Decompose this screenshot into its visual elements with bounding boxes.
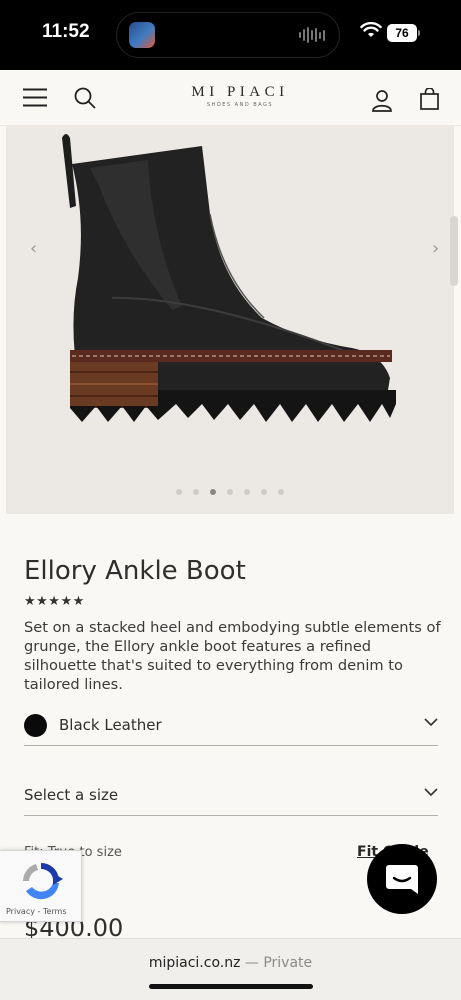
brand-logo[interactable]: MI PIACI SHOES AND BAGS [160, 84, 320, 108]
size-label: Select a size [24, 786, 119, 804]
recaptcha-icon [23, 862, 63, 900]
chat-launcher-button[interactable] [367, 844, 437, 914]
logo-tagline: SHOES AND BAGS [206, 102, 274, 108]
private-mode-label: — Private [244, 955, 313, 971]
recaptcha-links[interactable]: Privacy - Terms [6, 907, 67, 916]
recaptcha-badge[interactable]: Privacy - Terms [0, 850, 82, 922]
user-icon [372, 90, 392, 112]
size-selector[interactable]: Select a size [24, 776, 438, 816]
logo-wordmark: MI PIACI [191, 84, 289, 100]
rating-stars[interactable]: ★★★★★ [24, 594, 85, 609]
color-swatch [24, 714, 47, 737]
gallery-dot[interactable] [227, 489, 233, 495]
color-label: Black Leather [59, 716, 162, 734]
shopping-bag-icon [419, 88, 439, 110]
hamburger-menu-icon [23, 88, 47, 106]
gallery-dot[interactable] [261, 489, 267, 495]
wifi-icon [360, 22, 382, 37]
battery-tip [418, 30, 420, 36]
cart-button[interactable] [417, 87, 441, 111]
account-button[interactable] [370, 89, 394, 113]
gallery-prev-arrow-icon[interactable]: ‹ [30, 238, 37, 259]
gallery-dot[interactable] [176, 489, 182, 495]
menu-button[interactable] [22, 86, 48, 108]
chat-icon [386, 865, 418, 894]
audio-wave-icon [299, 27, 325, 43]
browser-address-bar[interactable]: mipiaci.co.nz — Private [0, 938, 461, 1000]
gallery-dot-active[interactable] [210, 489, 216, 495]
gallery-scrollbar[interactable] [450, 216, 458, 286]
product-title: Ellory Ankle Boot [24, 556, 246, 586]
dynamic-island[interactable] [116, 12, 340, 58]
home-indicator[interactable] [149, 984, 313, 989]
status-bar: 11:52 76 [0, 0, 461, 70]
color-selector[interactable]: Black Leather [24, 706, 438, 746]
product-image-gallery[interactable]: ‹ › [6, 126, 458, 514]
battery-indicator: 76 [387, 24, 417, 42]
gallery-next-arrow-icon[interactable]: › [432, 238, 439, 259]
ankle-boot-image [62, 134, 396, 422]
clock: 11:52 [42, 21, 90, 42]
product-description: Set on a stacked heel and embodying subt… [24, 619, 441, 693]
search-icon [74, 87, 96, 109]
site-header: MI PIACI SHOES AND BAGS [0, 70, 461, 126]
url-domain: mipiaci.co.nz [148, 955, 241, 971]
gallery-pagination [6, 489, 454, 495]
chevron-down-icon [424, 718, 438, 727]
gallery-dot[interactable] [244, 489, 250, 495]
gallery-dot[interactable] [278, 489, 284, 495]
search-button[interactable] [73, 86, 97, 110]
url-display[interactable]: mipiaci.co.nz — Private [0, 955, 461, 971]
gallery-dot[interactable] [193, 489, 199, 495]
now-playing-app-icon [129, 22, 155, 48]
chevron-down-icon [424, 788, 438, 797]
